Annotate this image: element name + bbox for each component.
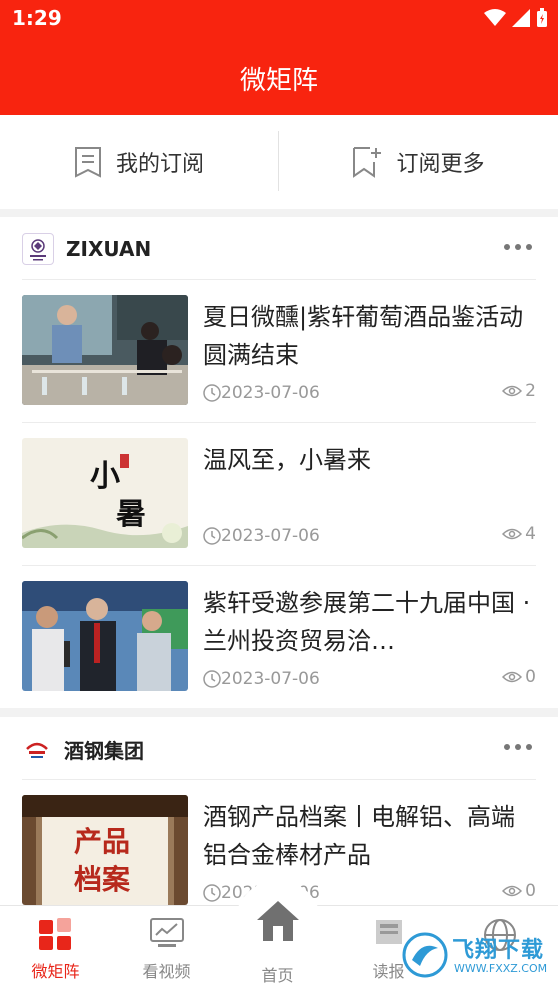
article-meta: 2023-07-06 2	[203, 381, 536, 405]
matrix-icon	[38, 918, 71, 950]
tab-label: 微矩阵	[31, 962, 80, 981]
thumb-text-1: 小	[90, 459, 120, 494]
tab-matrix[interactable]: 微矩阵	[0, 906, 111, 993]
page-title: 微矩阵	[239, 66, 318, 96]
tab-video[interactable]: 看视频	[111, 906, 222, 993]
thumb-text-1: 产品	[74, 825, 130, 858]
view-count-value: 0	[525, 667, 536, 687]
article-title: 温风至，小暑来	[203, 446, 371, 474]
battery-icon	[537, 8, 547, 27]
view-count: 0	[502, 881, 536, 901]
article-title: 酒钢产品档案丨电解铝、高端铝合金棒材产品	[203, 803, 515, 869]
clock-icon	[203, 384, 221, 402]
tab-label: 首页	[261, 966, 294, 985]
home-icon	[256, 901, 299, 941]
watermark-url: WWW.FXXZ.COM	[454, 962, 548, 975]
list-icon	[74, 147, 101, 178]
eye-icon	[502, 885, 523, 897]
my-subscriptions-label: 我的订阅	[115, 152, 204, 177]
watermark-brand: 飞翔下载	[452, 938, 545, 963]
signal-icon	[512, 9, 530, 27]
article-thumbnail	[22, 295, 188, 405]
clock-icon	[203, 670, 221, 688]
dot	[515, 244, 521, 250]
thumb-text-2: 档案	[74, 863, 131, 896]
article-meta: 2023-07-06 4	[203, 524, 536, 548]
view-count: 4	[502, 524, 536, 544]
dot	[526, 744, 532, 750]
my-subscriptions-button[interactable]: 我的订阅	[0, 115, 278, 209]
subscription-bar: 我的订阅 订阅更多	[0, 115, 558, 209]
view-count: 0	[502, 667, 536, 687]
article-date: 2023-07-06	[221, 383, 320, 403]
dot	[504, 244, 510, 250]
channel-header[interactable]: 酒钢集团	[22, 717, 536, 781]
article-title: 夏日微醺|紫轩葡萄酒品鉴活动圆满结束	[203, 303, 524, 369]
bottom-tab-bar: 微矩阵 看视频 首页 读报 飞翔下载 WWW.FXXZ.COM	[0, 880, 558, 993]
wifi-icon	[484, 9, 506, 26]
crest-icon	[30, 239, 46, 261]
channel-logo	[22, 734, 52, 764]
channel-card-zixuan: ZIXUAN 夏日微醺|紫轩葡萄酒品鉴活动圆满结束 2023-07-06 2 小…	[0, 217, 558, 708]
article-item[interactable]: 紫轩受邀参展第二十九届中国 · 兰州投资贸易洽… 2023-07-06 0	[22, 565, 536, 709]
article-thumbnail: 小 暑	[22, 438, 188, 548]
eye-icon	[502, 671, 523, 683]
channel-logo	[22, 233, 54, 265]
status-bar: 1:29	[0, 0, 558, 38]
subscribe-more-label: 订阅更多	[396, 152, 485, 177]
eye-icon	[502, 528, 523, 540]
app-header: 1:29 微矩阵	[0, 0, 558, 115]
dot	[504, 744, 510, 750]
monitor-chart-icon	[149, 918, 184, 947]
channel-name: ZIXUAN	[66, 237, 152, 261]
article-thumbnail	[22, 581, 188, 691]
view-count-value: 4	[525, 524, 536, 544]
article-title: 紫轩受邀参展第二十九届中国 · 兰州投资贸易洽…	[203, 589, 531, 655]
watermark: 飞翔下载 WWW.FXXZ.COM	[402, 926, 552, 988]
newspaper-icon	[375, 920, 402, 944]
view-count-value: 2	[525, 381, 536, 401]
eye-icon	[502, 385, 523, 397]
tab-home[interactable]: 首页	[222, 880, 333, 993]
dot	[526, 244, 532, 250]
status-time: 1:29	[12, 6, 62, 30]
subscribe-more-button[interactable]: 订阅更多	[279, 115, 558, 209]
more-options-button[interactable]	[504, 239, 536, 255]
view-count-value: 0	[525, 881, 536, 901]
watermark-logo-icon	[402, 932, 448, 978]
factory-logo-icon	[26, 742, 48, 758]
tab-label: 看视频	[142, 962, 191, 981]
clock-icon	[203, 527, 221, 545]
view-count: 2	[502, 381, 536, 401]
article-date: 2023-07-06	[221, 526, 320, 546]
article-thumbnail: 产品 档案	[22, 795, 188, 905]
more-options-button[interactable]	[504, 739, 536, 755]
article-item[interactable]: 夏日微醺|紫轩葡萄酒品鉴活动圆满结束 2023-07-06 2	[22, 279, 536, 423]
channel-card-jiugang: 酒钢集团 产品 档案 酒钢产品档案丨电解铝、高端铝合金棒材产品 2023-07-…	[0, 717, 558, 905]
clock-icon	[203, 884, 221, 902]
article-meta: 2023-07-06 0	[203, 667, 536, 691]
channel-name: 酒钢集团	[64, 738, 144, 763]
thumb-text-2: 暑	[116, 497, 146, 532]
bookmark-add-icon	[353, 147, 382, 178]
dot	[515, 744, 521, 750]
article-item[interactable]: 小 暑 温风至，小暑来 2023-07-06 4	[22, 422, 536, 566]
channel-header[interactable]: ZIXUAN	[22, 217, 536, 281]
article-date: 2023-07-06	[221, 669, 320, 689]
status-icons	[484, 8, 548, 28]
